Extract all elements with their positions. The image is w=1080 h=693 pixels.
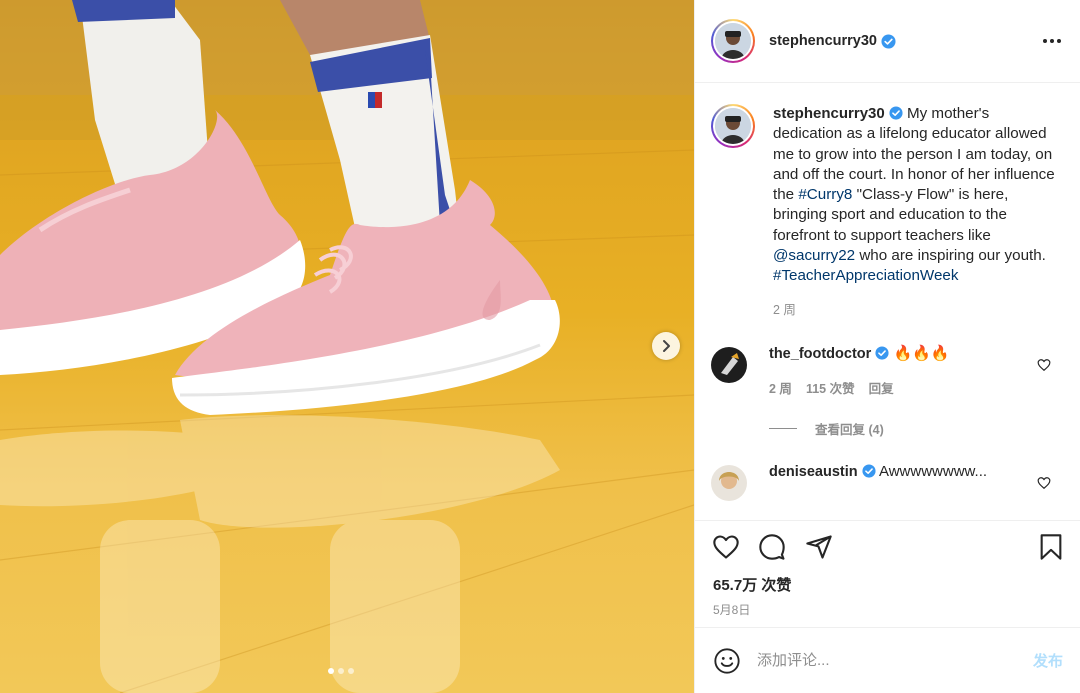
carousel-dot bbox=[338, 668, 344, 674]
comment-username[interactable]: the_footdoctor bbox=[769, 346, 871, 362]
comment-input[interactable] bbox=[757, 652, 1007, 669]
mention-link[interactable]: @sacurry22 bbox=[773, 247, 855, 264]
author-avatar[interactable] bbox=[711, 19, 755, 63]
post-date[interactable]: 5月8日 bbox=[713, 601, 750, 618]
carousel-dot bbox=[328, 668, 334, 674]
post-dialog: stephencurry30 stephencurry30 My mother'… bbox=[0, 0, 1080, 693]
like-count[interactable]: 65.7万 次赞 bbox=[713, 574, 791, 595]
avatar[interactable] bbox=[711, 346, 747, 383]
caption-text: who are inspiring our youth. bbox=[855, 247, 1046, 265]
heart-icon[interactable] bbox=[712, 533, 740, 561]
verified-icon bbox=[862, 464, 876, 478]
comment-text: 🔥🔥🔥 bbox=[893, 344, 950, 362]
comment-composer: 发布 bbox=[695, 627, 1080, 693]
post-comment-button[interactable]: 发布 bbox=[1033, 650, 1063, 671]
next-slide-button[interactable] bbox=[652, 332, 680, 360]
carousel-indicator bbox=[328, 668, 354, 674]
author-username[interactable]: stephencurry30 bbox=[769, 33, 877, 49]
hashtag-link[interactable]: #TeacherAppreciationWeek bbox=[773, 267, 958, 284]
more-icon[interactable] bbox=[1042, 31, 1062, 51]
comment-timestamp[interactable]: 2 周 bbox=[769, 382, 792, 396]
hashtag-link[interactable]: #Curry8 bbox=[798, 186, 852, 203]
comment-item: deniseaustin Awwwwwwww... bbox=[695, 462, 1080, 501]
caption-timestamp[interactable]: 2 周 bbox=[773, 300, 1055, 320]
caption-username[interactable]: stephencurry30 bbox=[773, 105, 885, 122]
author-avatar[interactable] bbox=[711, 104, 755, 148]
view-replies-label: 查看回复 (4) bbox=[815, 422, 884, 437]
heart-icon[interactable] bbox=[1037, 476, 1051, 490]
heart-icon[interactable] bbox=[1037, 358, 1051, 372]
comment-username[interactable]: deniseaustin bbox=[769, 464, 858, 480]
post-side-panel: stephencurry30 stephencurry30 My mother'… bbox=[694, 0, 1080, 693]
verified-icon bbox=[889, 106, 903, 120]
comments-list[interactable]: stephencurry30 My mother's dedication as… bbox=[695, 84, 1080, 521]
comment-text: Awwwwwwww... bbox=[878, 462, 988, 480]
emoji-icon[interactable] bbox=[713, 647, 741, 675]
carousel-dot bbox=[348, 668, 354, 674]
post-caption: stephencurry30 My mother's dedication as… bbox=[695, 84, 1080, 320]
post-header: stephencurry30 bbox=[695, 0, 1080, 83]
comment-icon[interactable] bbox=[758, 533, 786, 561]
action-bar bbox=[695, 531, 1080, 571]
bookmark-icon[interactable] bbox=[1037, 533, 1065, 561]
chevron-right-icon bbox=[663, 340, 670, 352]
avatar[interactable] bbox=[711, 464, 747, 501]
comment-item: the_footdoctor 🔥🔥🔥 2 周 115 次赞 回复 bbox=[695, 344, 1080, 397]
verified-icon bbox=[875, 346, 889, 360]
post-media[interactable] bbox=[0, 0, 694, 693]
reply-button[interactable]: 回复 bbox=[869, 382, 894, 396]
view-replies-button[interactable]: 查看回复 (4) bbox=[769, 419, 1080, 438]
share-icon[interactable] bbox=[805, 533, 833, 561]
sneaker-photo bbox=[0, 0, 694, 693]
comment-like-count[interactable]: 115 次赞 bbox=[806, 382, 855, 396]
verified-icon bbox=[881, 33, 896, 49]
